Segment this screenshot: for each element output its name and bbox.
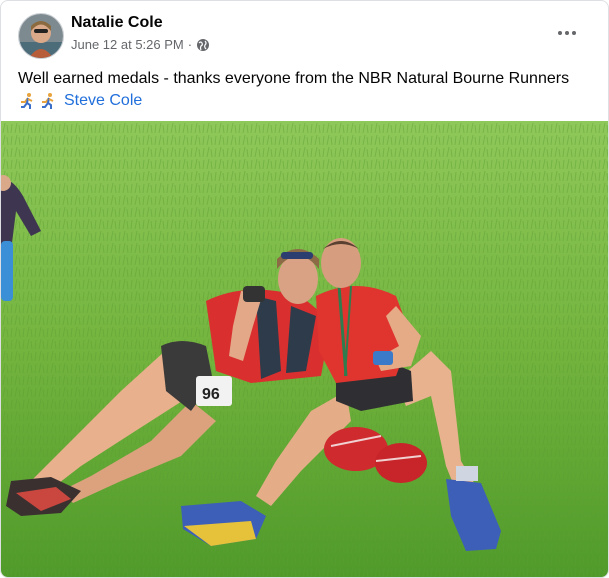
author-name[interactable]: Natalie Cole bbox=[71, 14, 163, 32]
post-header: Natalie Cole June 12 at 5:26 PM · bbox=[1, 1, 608, 63]
globe-icon[interactable] bbox=[196, 38, 210, 52]
svg-text:96: 96 bbox=[202, 386, 220, 403]
tag-line: Steve Cole bbox=[18, 90, 603, 112]
more-dot bbox=[565, 31, 569, 35]
post-meta: June 12 at 5:26 PM · bbox=[71, 37, 210, 52]
post-body: Well earned medals - thanks everyone fro… bbox=[18, 68, 603, 112]
post-photo[interactable]: 96 bbox=[1, 121, 608, 577]
author-avatar[interactable] bbox=[18, 13, 64, 59]
more-options-icon[interactable] bbox=[554, 23, 580, 43]
post-text: Well earned medals - thanks everyone fro… bbox=[18, 70, 570, 87]
photo-image: 96 bbox=[1, 121, 608, 577]
meta-separator: · bbox=[187, 37, 193, 52]
more-dot bbox=[558, 31, 562, 35]
post-timestamp[interactable]: June 12 at 5:26 PM bbox=[71, 37, 184, 52]
facebook-post: Natalie Cole June 12 at 5:26 PM · Well e… bbox=[0, 0, 609, 578]
running-man-icon bbox=[39, 92, 57, 110]
more-dot bbox=[572, 31, 576, 35]
running-man-icon bbox=[18, 92, 36, 110]
tagged-user-link[interactable]: Steve Cole bbox=[64, 90, 142, 112]
avatar-image bbox=[19, 14, 63, 58]
